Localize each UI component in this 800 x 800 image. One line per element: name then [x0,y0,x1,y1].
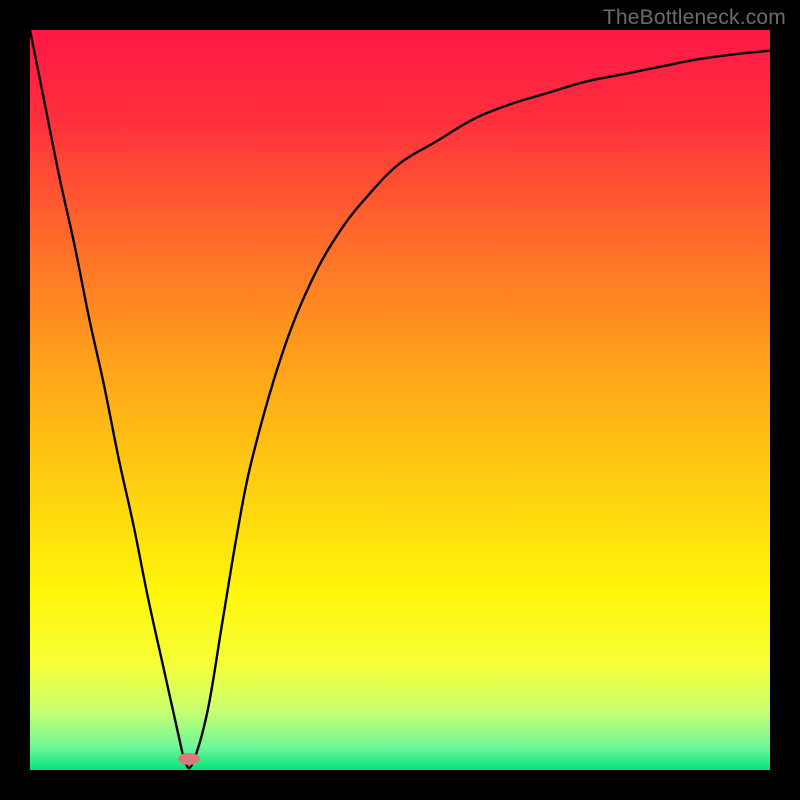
watermark-text: TheBottleneck.com [603,6,786,30]
plot-area [30,30,770,770]
chart-frame: TheBottleneck.com [0,0,800,800]
gradient-background [30,30,770,770]
chart-svg [30,30,770,770]
optimum-marker [178,753,200,765]
